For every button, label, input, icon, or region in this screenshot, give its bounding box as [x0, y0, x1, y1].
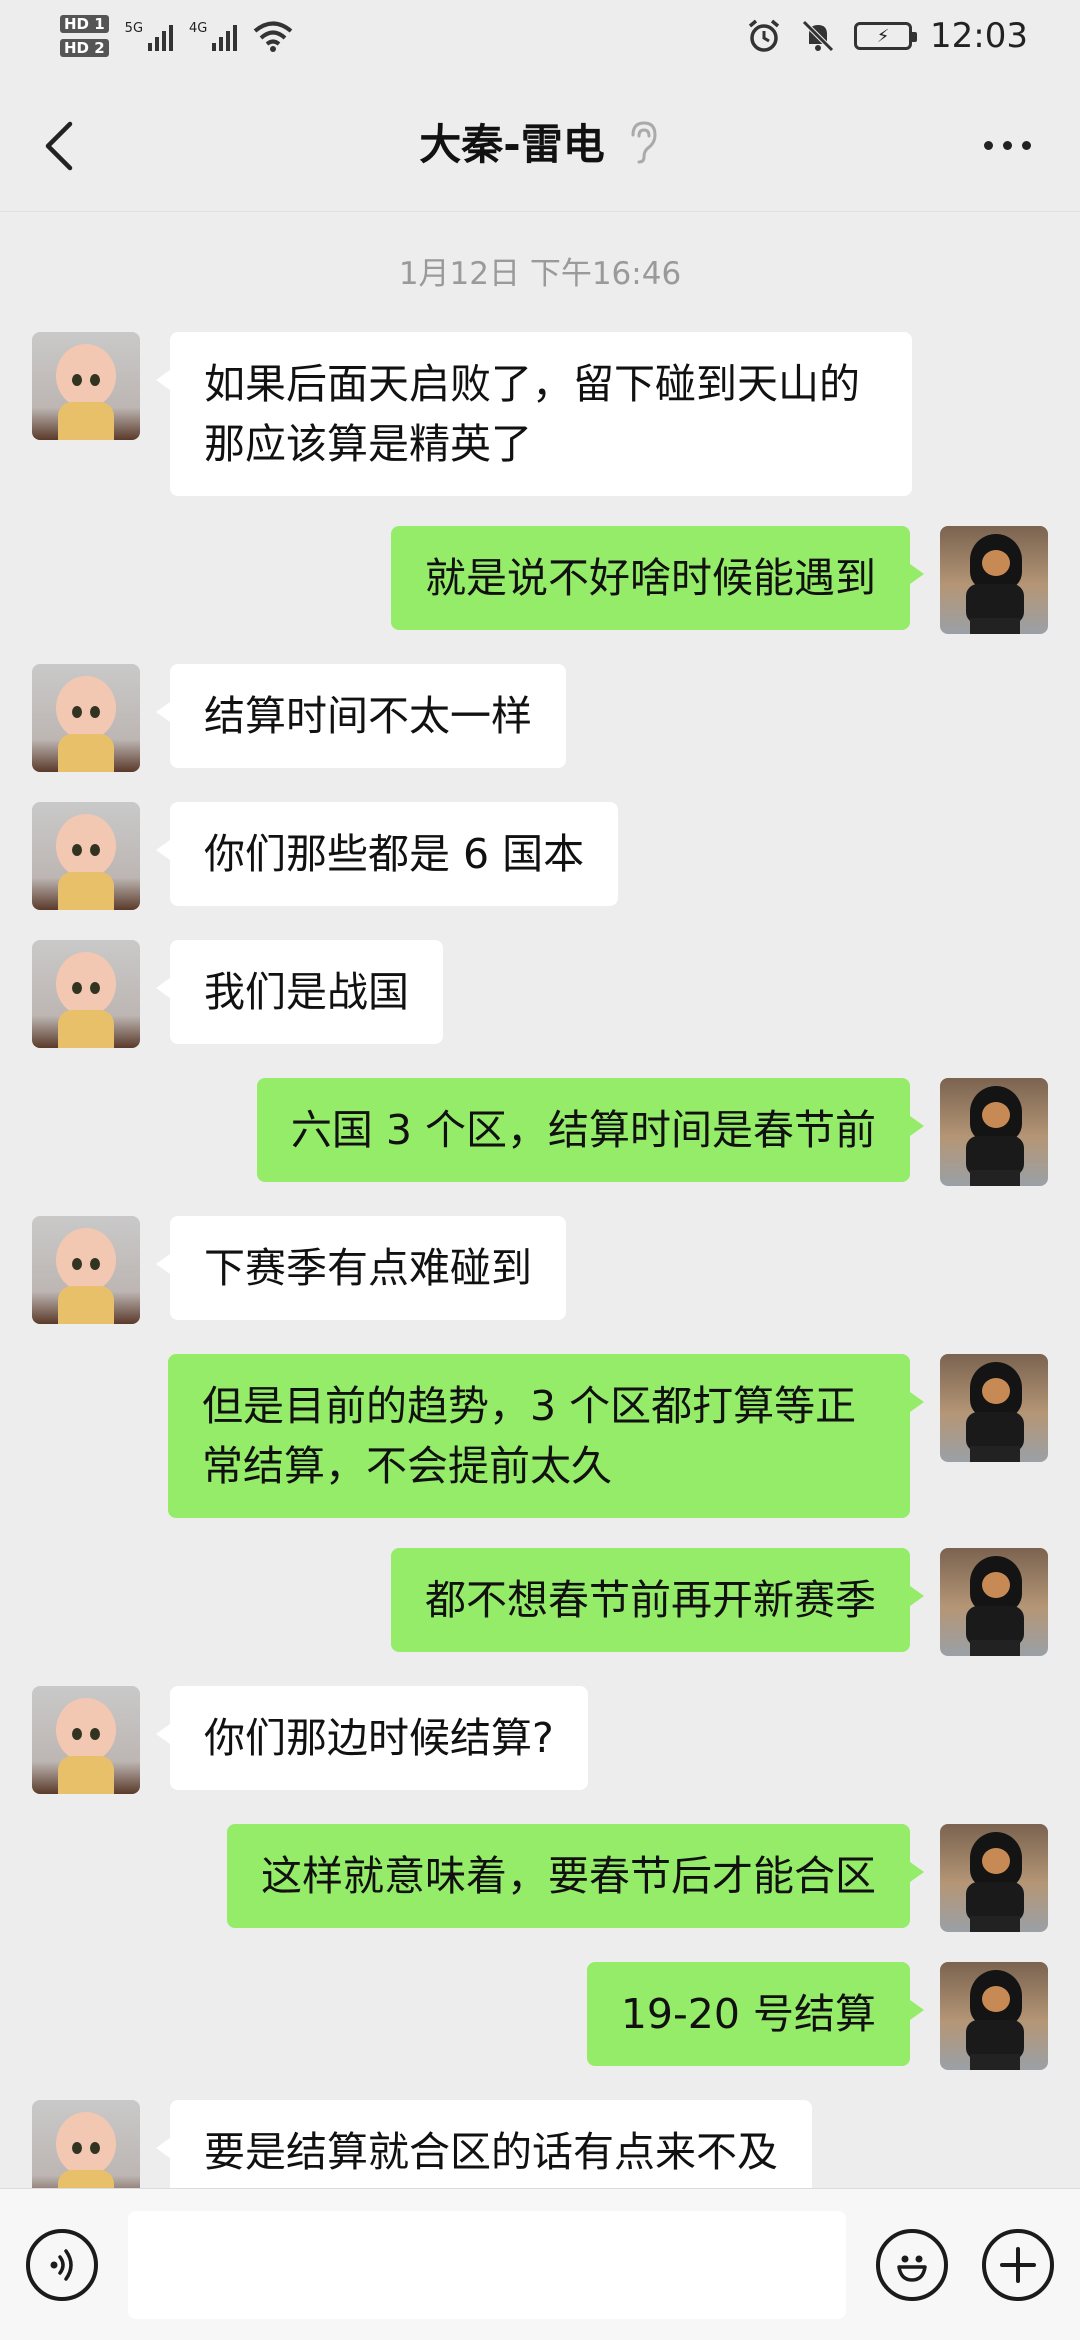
status-left: HD 1 HD 2 5G 4G: [60, 15, 293, 57]
message-bubble[interactable]: 但是目前的趋势，3 个区都打算等正常结算，不会提前太久: [168, 1354, 924, 1518]
wifi-icon: [254, 21, 293, 52]
message-row: 都不想春节前再开新赛季: [0, 1548, 1080, 1656]
my-avatar[interactable]: [940, 1354, 1048, 1462]
my-avatar[interactable]: [940, 526, 1048, 634]
my-avatar[interactable]: [940, 1962, 1048, 2070]
message-bubble[interactable]: 要是结算就合区的话有点来不及: [156, 2100, 812, 2188]
message-bubble[interactable]: 六国 3 个区，结算时间是春节前: [256, 1078, 925, 1182]
my-avatar[interactable]: [940, 1548, 1048, 1656]
message-row: 就是说不好啥时候能遇到: [0, 526, 1080, 634]
alarm-icon: [748, 19, 780, 52]
chat-area[interactable]: 1月12日 下午16:46 如果后面天启败了，留下碰到天山的那应该算是精英了 就…: [0, 212, 1080, 2188]
contact-avatar[interactable]: [32, 664, 140, 772]
signal-5g-icon: 5G: [124, 21, 174, 51]
battery-icon: ⚡: [854, 22, 918, 50]
message-bubble[interactable]: 我们是战国: [156, 940, 443, 1044]
message-row: 结算时间不太一样: [0, 664, 1080, 772]
earpiece-mode-icon: [631, 120, 657, 163]
hd-indicators: HD 1 HD 2: [60, 15, 109, 57]
message-row: 你们那边时候结算?: [0, 1686, 1080, 1794]
clock-time: 12:03: [930, 16, 1028, 56]
hd2-badge: HD 2: [60, 39, 109, 57]
chat-header: 大秦-雷电: [0, 72, 1080, 212]
back-arrow-icon[interactable]: [36, 116, 86, 176]
message-bubble[interactable]: 下赛季有点难碰到: [156, 1216, 566, 1320]
net2-label: 4G: [189, 21, 208, 36]
chat-timestamp: 1月12日 下午16:46: [398, 256, 682, 292]
message-bubble[interactable]: 你们那边时候结算?: [156, 1686, 588, 1790]
message-bubble[interactable]: 19-20 号结算: [586, 1962, 925, 2066]
mute-bell-icon: [802, 20, 834, 52]
message-list: 如果后面天启败了，留下碰到天山的那应该算是精英了 就是说不好啥时候能遇到 结算时…: [0, 332, 1080, 2188]
my-avatar[interactable]: [940, 1824, 1048, 1932]
message-row: 但是目前的趋势，3 个区都打算等正常结算，不会提前太久: [0, 1354, 1080, 1518]
message-row: 19-20 号结算: [0, 1962, 1080, 2070]
message-bubble[interactable]: 这样就意味着，要春节后才能合区: [227, 1824, 924, 1928]
message-row: 六国 3 个区，结算时间是春节前: [0, 1078, 1080, 1186]
chat-title: 大秦-雷电: [419, 120, 605, 169]
contact-avatar[interactable]: [32, 1686, 140, 1794]
message-row: 下赛季有点难碰到: [0, 1216, 1080, 1324]
status-right: ⚡ 12:03: [746, 16, 1028, 56]
emoji-icon[interactable]: [876, 2228, 948, 2301]
contact-avatar[interactable]: [32, 940, 140, 1048]
contact-avatar[interactable]: [32, 1216, 140, 1324]
contact-avatar[interactable]: [32, 802, 140, 910]
contact-avatar[interactable]: [32, 2100, 140, 2188]
plus-icon[interactable]: [982, 2228, 1054, 2301]
message-row: 我们是战国: [0, 940, 1080, 1048]
voice-input-icon[interactable]: [26, 2228, 98, 2301]
message-bubble[interactable]: 结算时间不太一样: [156, 664, 566, 768]
status-bar: HD 1 HD 2 5G 4G ⚡ 12:03: [0, 0, 1080, 72]
signal-4g-icon: 4G: [189, 21, 238, 51]
message-row: 你们那些都是 6 国本: [0, 802, 1080, 910]
contact-avatar[interactable]: [32, 332, 140, 440]
message-bubble[interactable]: 你们那些都是 6 国本: [155, 802, 619, 906]
input-bar: [0, 2188, 1080, 2340]
message-input[interactable]: [128, 2210, 846, 2319]
my-avatar[interactable]: [940, 1078, 1048, 1186]
message-bubble[interactable]: 都不想春节前再开新赛季: [391, 1548, 924, 1652]
message-bubble[interactable]: 如果后面天启败了，留下碰到天山的那应该算是精英了: [156, 332, 912, 496]
message-row: 这样就意味着，要春节后才能合区: [0, 1824, 1080, 1932]
more-dots-icon[interactable]: [984, 130, 1044, 160]
hd1-badge: HD 1: [60, 15, 109, 33]
message-row: 如果后面天启败了，留下碰到天山的那应该算是精英了: [0, 332, 1080, 496]
net1-label: 5G: [124, 21, 144, 36]
message-row: 要是结算就合区的话有点来不及: [0, 2100, 1080, 2188]
message-bubble[interactable]: 就是说不好啥时候能遇到: [391, 526, 924, 630]
